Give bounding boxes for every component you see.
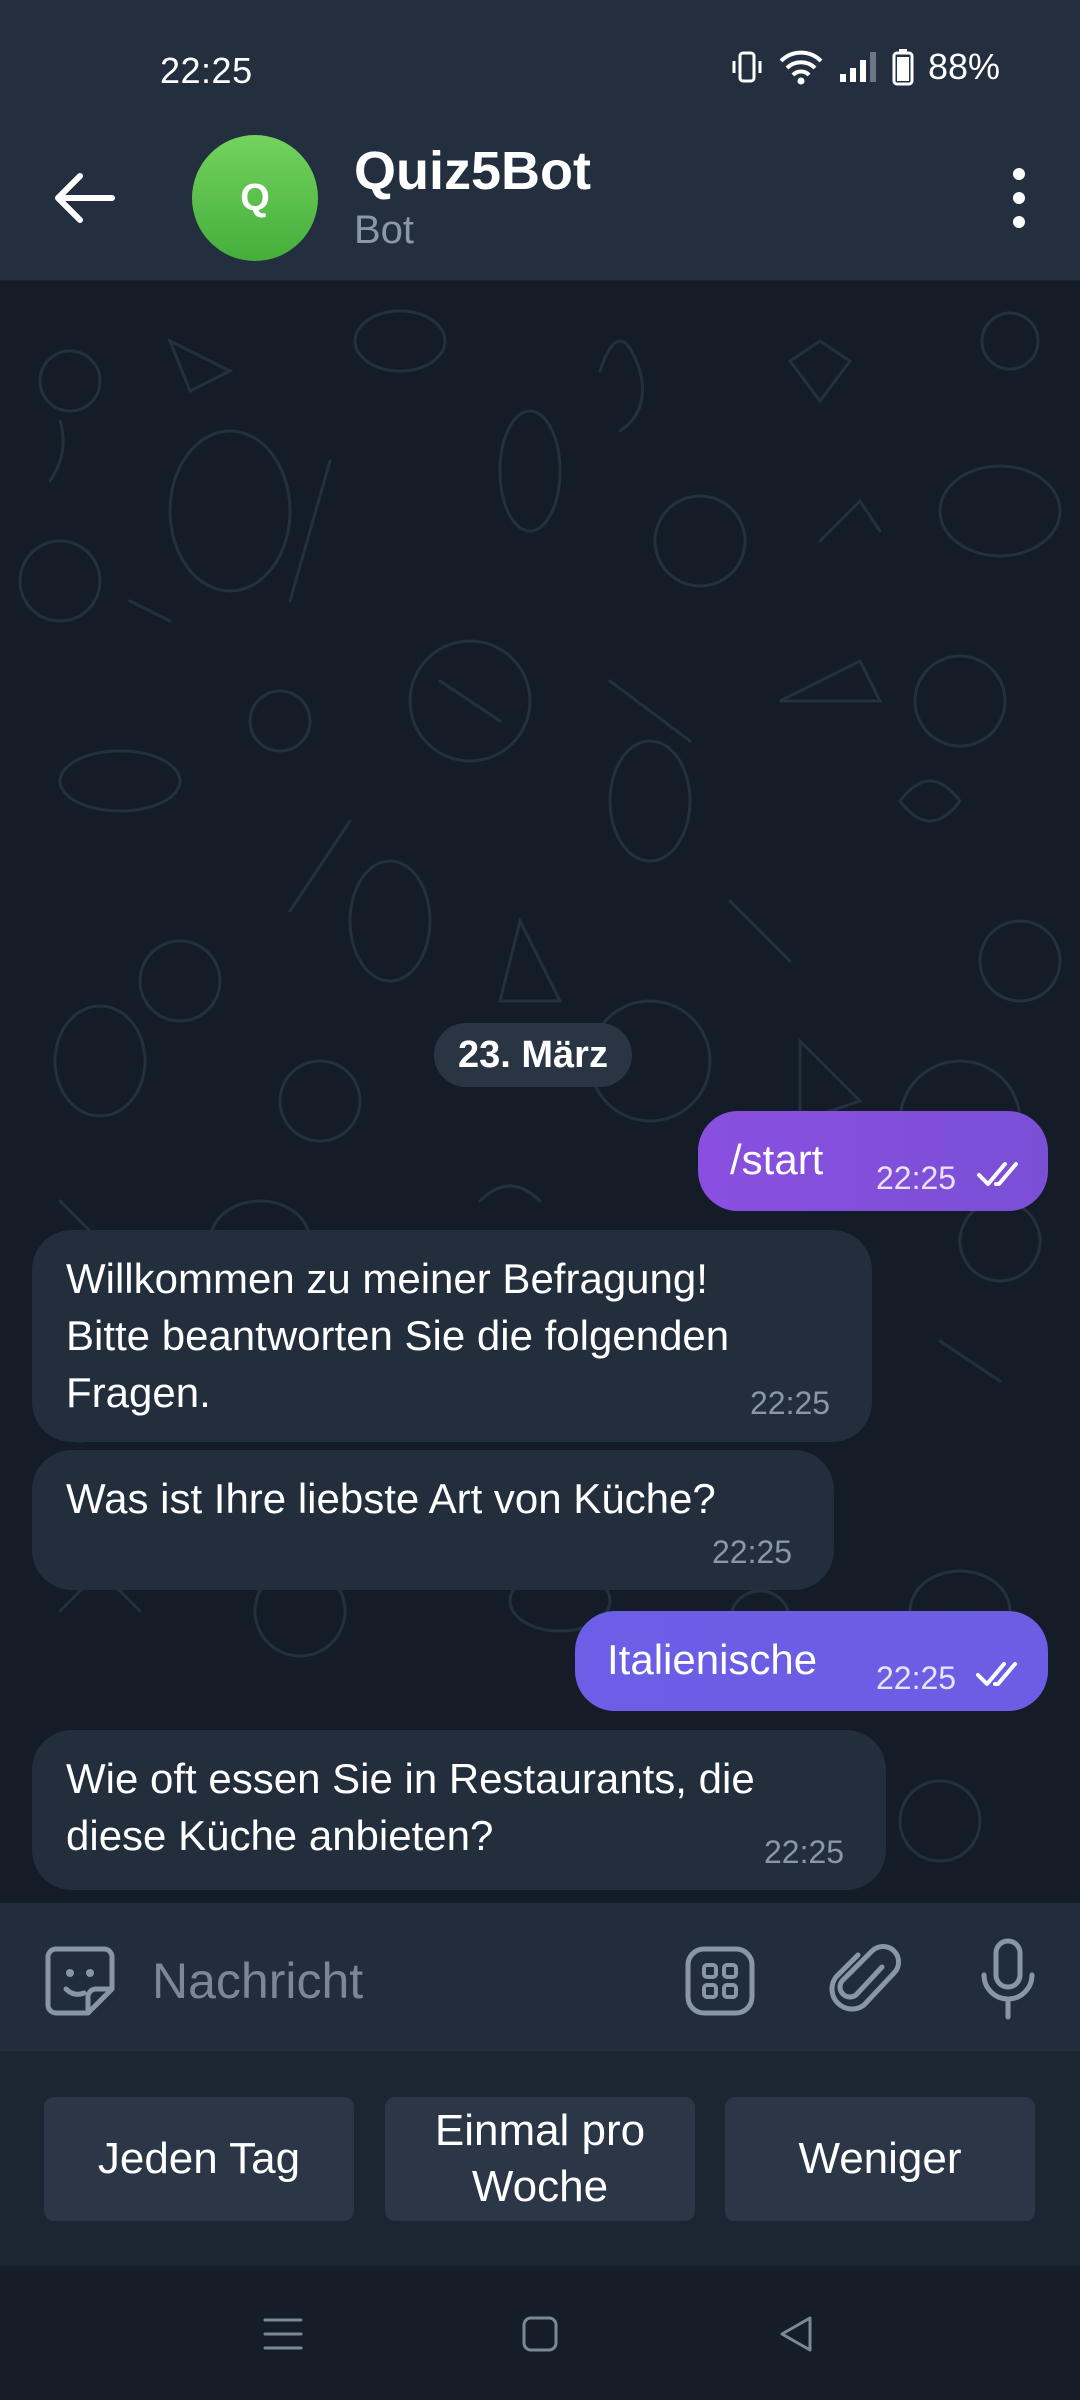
- avatar[interactable]: Q: [192, 135, 318, 261]
- message-bubble-outgoing[interactable]: Italienische 22:25: [575, 1611, 1048, 1711]
- message-time: 22:25: [764, 1834, 845, 1870]
- signal-icon: [839, 52, 876, 82]
- back-button[interactable]: [50, 168, 120, 228]
- message-text-line: Was ist Ihre liebste Art von Küche?: [66, 1475, 716, 1522]
- battery-icon: [892, 49, 914, 86]
- voice-message-button[interactable]: [976, 1937, 1040, 2021]
- reply-button-einmal-pro-woche[interactable]: Einmal pro Woche: [385, 2097, 695, 2221]
- date-separator: 23. März: [434, 1023, 632, 1087]
- bot-keyboard-button[interactable]: [682, 1943, 758, 2019]
- message-composer: [0, 1903, 1080, 2051]
- message-time: 22:25: [876, 1660, 957, 1696]
- message-list[interactable]: 23. März /start 22:25 Willkommen zu mein…: [0, 281, 1080, 1903]
- message-time: 22:25: [712, 1534, 793, 1570]
- message-text-line: Wie oft essen Sie in Restaurants, die: [66, 1755, 755, 1802]
- double-check-icon: [976, 1662, 1017, 1686]
- home-icon[interactable]: [520, 2314, 560, 2354]
- chat-subtitle: Bot: [354, 208, 415, 252]
- arrow-left-icon: [55, 173, 115, 223]
- bot-keyboard-icon: [685, 1946, 755, 2016]
- wifi-icon: [779, 50, 823, 85]
- attach-button[interactable]: [828, 1939, 904, 2019]
- chat-header: Q Quiz5Bot Bot: [0, 100, 1080, 281]
- message-time: 22:25: [876, 1160, 957, 1196]
- recent-apps-icon[interactable]: [263, 2314, 303, 2354]
- reply-button-weniger[interactable]: Weniger: [725, 2097, 1035, 2221]
- reply-button-jeden-tag[interactable]: Jeden Tag: [44, 2097, 354, 2221]
- reply-button-label-line: Einmal pro: [434, 2106, 646, 2155]
- message-time: 22:25: [750, 1385, 831, 1421]
- message-bubble-incoming[interactable]: Was ist Ihre liebste Art von Küche? 22:2…: [32, 1450, 834, 1590]
- message-text-line: diese Küche anbieten?: [66, 1812, 494, 1859]
- message-text-line: Willkommen zu meiner Befragung!: [66, 1255, 708, 1302]
- back-nav-icon[interactable]: [776, 2314, 816, 2354]
- message-text-line: Fragen.: [66, 1369, 211, 1416]
- message-bubble-incoming[interactable]: Willkommen zu meiner Befragung! Bitte be…: [32, 1230, 872, 1442]
- double-check-icon: [977, 1162, 1018, 1186]
- battery-percent: 88%: [927, 46, 1000, 87]
- more-vertical-icon: [1013, 168, 1025, 180]
- chat-title[interactable]: Quiz5Bot: [354, 140, 591, 202]
- reply-keyboard: Jeden Tag Einmal pro Woche Weniger: [0, 2052, 1080, 2266]
- message-input[interactable]: [150, 1945, 654, 2017]
- message-text-line: Bitte beantworten Sie die folgenden: [66, 1312, 730, 1359]
- emoji-button[interactable]: [42, 1943, 118, 2019]
- paperclip-icon: [829, 1943, 902, 2012]
- message-bubble-incoming[interactable]: Wie oft essen Sie in Restaurants, die di…: [32, 1730, 886, 1890]
- message-bubble-outgoing[interactable]: /start 22:25: [698, 1111, 1048, 1211]
- reply-button-label-line: Woche: [471, 2162, 609, 2211]
- message-text: Italienische: [607, 1636, 818, 1683]
- microphone-icon: [981, 1938, 1035, 2020]
- more-options-button[interactable]: [994, 168, 1044, 228]
- system-navigation-bar: [0, 2266, 1080, 2400]
- message-text: /start: [730, 1136, 824, 1183]
- status-icons: 88%: [730, 46, 1000, 88]
- status-time: 22:25: [160, 50, 253, 91]
- vibrate-icon: [732, 51, 762, 83]
- sticker-icon: [45, 1946, 115, 2016]
